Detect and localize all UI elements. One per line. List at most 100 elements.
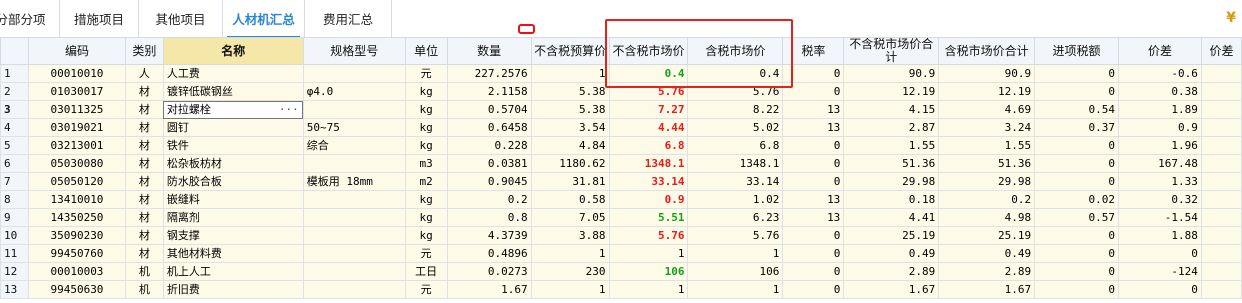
price-diff-cell[interactable]: 1.96	[1118, 136, 1202, 155]
price-diff-cell[interactable]: 0	[1118, 280, 1202, 299]
category-cell[interactable]: 材	[124, 172, 164, 191]
market-total-cell[interactable]: 1.67	[843, 280, 940, 299]
input-tax-cell[interactable]: 0	[1034, 172, 1119, 191]
tax-rate-cell[interactable]: 0	[782, 136, 845, 155]
header-tax-rate[interactable]: 税率	[782, 37, 845, 65]
quantity-cell[interactable]: 0.8	[446, 208, 532, 227]
quantity-cell[interactable]: 227.2576	[446, 64, 532, 83]
header-input-tax[interactable]: 进项税额	[1034, 37, 1119, 65]
input-tax-cell[interactable]: 0	[1034, 64, 1119, 83]
unit-cell[interactable]: kg	[404, 190, 448, 209]
name-cell[interactable]: 隔离剂	[162, 208, 304, 227]
spec-cell[interactable]: 50~75	[302, 118, 406, 137]
tax-rate-cell[interactable]: 0	[782, 244, 845, 263]
input-tax-cell[interactable]: 0	[1034, 262, 1119, 281]
name-cell[interactable]: 圆钉	[162, 118, 304, 137]
unit-cell[interactable]: 工日	[404, 262, 448, 281]
spec-cell[interactable]	[302, 64, 406, 83]
market-total-cell[interactable]: 25.19	[843, 226, 940, 245]
budget-price-cell[interactable]: 1	[530, 244, 610, 263]
market-price-cell[interactable]: 33.14	[608, 172, 689, 191]
market-total-cell[interactable]: 2.89	[843, 262, 940, 281]
spec-cell[interactable]	[302, 190, 406, 209]
price-diff-2-cell[interactable]	[1200, 118, 1242, 137]
budget-price-cell[interactable]: 7.05	[530, 208, 610, 227]
price-diff-2-cell[interactable]	[1200, 244, 1242, 263]
price-diff-2-cell[interactable]	[1200, 262, 1242, 281]
code-cell[interactable]: 35090230	[27, 226, 126, 245]
name-cell[interactable]: 人工费	[162, 64, 304, 83]
market-price-tax-cell[interactable]: 106	[687, 262, 784, 281]
spec-cell[interactable]: 综合	[302, 136, 406, 155]
price-diff-cell[interactable]: 1.88	[1118, 226, 1202, 245]
spec-cell[interactable]: 模板用 18mm	[302, 172, 406, 191]
price-diff-cell[interactable]: 167.48	[1118, 154, 1202, 173]
table-row[interactable]: 12 00010003 机机上人工 工日 0.0273 230 106 106 0 2.89 2.8…	[0, 262, 1242, 281]
name-cell[interactable]: 镀锌低碳钢丝	[162, 82, 304, 101]
spec-cell[interactable]	[302, 208, 406, 227]
price-diff-cell[interactable]: 1.89	[1118, 100, 1202, 119]
quantity-cell[interactable]: 0.4896	[446, 244, 532, 263]
tax-rate-cell[interactable]: 0	[782, 154, 845, 173]
table-row[interactable]: 7 05050120 材防水胶合板 模板用 18mm m2 0.9045 31.81 33.1…	[0, 172, 1242, 191]
header-unit[interactable]: 单位	[404, 37, 448, 65]
quantity-cell[interactable]: 0.6458	[446, 118, 532, 137]
price-diff-cell[interactable]: 0	[1118, 244, 1202, 263]
table-row[interactable]: 10 35090230 材钢支撑 kg 4.3739 3.88 5.76 5.76 0 25.19…	[0, 226, 1242, 245]
unit-cell[interactable]: kg	[404, 100, 448, 119]
market-total-cell[interactable]: 0.18	[843, 190, 940, 209]
market-price-tax-cell[interactable]: 33.14	[687, 172, 784, 191]
code-cell[interactable]: 00010003	[27, 262, 126, 281]
name-cell[interactable]: 松杂板枋材	[162, 154, 304, 173]
category-cell[interactable]: 材	[124, 190, 164, 209]
quantity-cell[interactable]: 0.9045	[446, 172, 532, 191]
tax-rate-cell[interactable]: 0	[782, 82, 845, 101]
spec-cell[interactable]	[302, 280, 406, 299]
market-price-tax-cell[interactable]: 1348.1	[687, 154, 784, 173]
table-row[interactable]: 13 99450630 机折旧费元 1.67 1 1 1 0 1.67 1.67 0 0	[0, 280, 1242, 299]
market-price-tax-cell[interactable]: 0.4	[687, 64, 784, 83]
input-tax-cell[interactable]: 0	[1034, 154, 1119, 173]
unit-cell[interactable]: 元	[404, 244, 448, 263]
market-price-cell[interactable]: 5.76	[608, 226, 689, 245]
spec-cell[interactable]	[302, 226, 406, 245]
market-total-cell[interactable]: 0.49	[843, 244, 940, 263]
name-cell[interactable]: 嵌缝料	[162, 190, 304, 209]
market-price-tax-cell[interactable]: 6.8	[687, 136, 784, 155]
header-code[interactable]: 编码	[27, 37, 126, 65]
name-cell[interactable]: 其他材料费	[162, 244, 304, 263]
name-cell[interactable]: 防水胶合板	[162, 172, 304, 191]
budget-price-cell[interactable]: 1	[530, 280, 610, 299]
budget-price-cell[interactable]: 0.58	[530, 190, 610, 209]
input-tax-cell[interactable]: 0.57	[1034, 208, 1119, 227]
input-tax-cell[interactable]: 0	[1034, 280, 1119, 299]
code-cell[interactable]: 05050120	[27, 172, 126, 191]
budget-price-cell[interactable]: 3.54	[530, 118, 610, 137]
market-price-tax-cell[interactable]: 1.02	[687, 190, 784, 209]
tax-rate-cell[interactable]: 0	[782, 64, 845, 83]
market-total-tax-cell[interactable]: 1.67	[938, 280, 1036, 299]
code-cell[interactable]: 13410010	[27, 190, 126, 209]
input-tax-cell[interactable]: 0	[1034, 244, 1119, 263]
input-tax-cell[interactable]: 0	[1034, 82, 1119, 101]
tax-rate-cell[interactable]: 0	[782, 280, 845, 299]
market-price-cell[interactable]: 0.4	[608, 64, 689, 83]
market-total-tax-cell[interactable]: 4.69	[938, 100, 1036, 119]
unit-cell[interactable]: kg	[404, 136, 448, 155]
market-total-tax-cell[interactable]: 29.98	[938, 172, 1036, 191]
market-price-cell[interactable]: 1	[608, 280, 689, 299]
tax-rate-cell[interactable]: 0	[782, 226, 845, 245]
market-price-cell[interactable]: 6.8	[608, 136, 689, 155]
price-diff-2-cell[interactable]	[1200, 82, 1242, 101]
budget-price-cell[interactable]: 1180.62	[530, 154, 610, 173]
market-total-tax-cell[interactable]: 90.9	[938, 64, 1036, 83]
category-cell[interactable]: 材	[124, 82, 164, 101]
market-total-cell[interactable]: 2.87	[843, 118, 940, 137]
price-diff-2-cell[interactable]	[1200, 280, 1242, 299]
spec-cell[interactable]	[302, 154, 406, 173]
tab-rencaiji-huizong[interactable]: 人材机汇总	[223, 0, 305, 38]
header-price-diff-2[interactable]: 价差	[1200, 37, 1242, 65]
code-cell[interactable]: 99450760	[27, 244, 126, 263]
table-row[interactable]: 9 14350250 材隔离剂 kg 0.8 7.05 5.51 6.23 13 4.41 4.98…	[0, 208, 1242, 227]
header-budget-price[interactable]: 不含税预算价	[530, 37, 610, 65]
